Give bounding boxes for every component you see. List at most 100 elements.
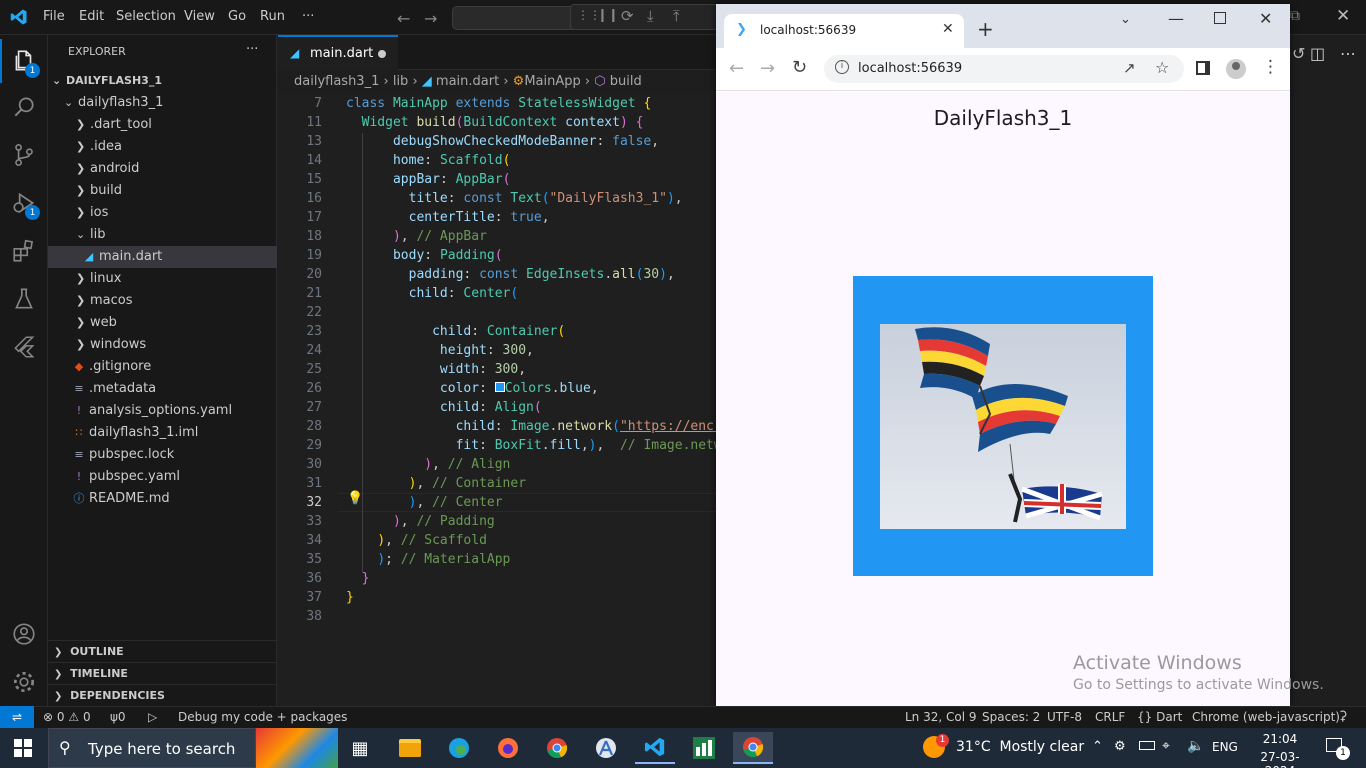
run-debug-icon[interactable]: 1	[0, 179, 48, 227]
firefox-icon[interactable]	[488, 732, 528, 764]
tree-item-pubspec-lock[interactable]: ≡ pubspec.lock	[48, 444, 277, 466]
edge-icon[interactable]	[439, 732, 479, 764]
new-tab-icon[interactable]: +	[977, 17, 994, 41]
clock-time[interactable]: 21:04	[1250, 732, 1310, 746]
testing-icon[interactable]	[0, 275, 48, 323]
side-panel-icon[interactable]	[1196, 61, 1210, 75]
tab-search-icon[interactable]: ⌄	[1120, 12, 1131, 27]
search-highlight-image[interactable]	[256, 728, 338, 768]
chrome-active-icon[interactable]	[733, 732, 773, 764]
tree-item-ios[interactable]: ❯ ios	[48, 202, 277, 224]
tree-item-pubspec-yaml[interactable]: ! pubspec.yaml	[48, 466, 277, 488]
restart-icon[interactable]: ⟳	[621, 7, 634, 25]
outline-section[interactable]: ❯ OUTLINE	[48, 640, 277, 662]
tray-chevron-icon[interactable]: ⌃	[1092, 739, 1103, 754]
menu-view[interactable]: View	[184, 9, 215, 24]
more-actions-icon[interactable]: ↺	[1292, 44, 1305, 63]
tree-item-dart-tool[interactable]: ❯ .dart_tool	[48, 114, 277, 136]
taskbar-search[interactable]: ⚲ Type here to search	[48, 728, 256, 768]
menu-go[interactable]: Go	[228, 9, 246, 24]
step-over-icon[interactable]: ⤓	[647, 7, 654, 25]
cursor-position[interactable]: Ln 32, Col 9	[905, 710, 977, 724]
menu-edit[interactable]: Edit	[79, 9, 104, 24]
tree-item-android[interactable]: ❯ android	[48, 158, 277, 180]
windows-start-icon[interactable]	[14, 739, 32, 757]
browser-menu-icon[interactable]: ⋮	[1262, 57, 1279, 77]
debug-mode-status[interactable]: Debug my code + packages	[178, 710, 347, 724]
close-browser-icon[interactable]: ✕	[1259, 9, 1272, 28]
project-folder[interactable]: ⌄ dailyflash3_1	[48, 92, 277, 114]
timeline-section[interactable]: ❯ TIMELINE	[48, 662, 277, 684]
pause-icon[interactable]: ❙❙	[597, 8, 619, 23]
tree-item-idea[interactable]: ❯ .idea	[48, 136, 277, 158]
search-icon[interactable]	[0, 83, 48, 131]
tree-item-main-dart[interactable]: ◢ main.dart	[48, 246, 277, 268]
restore-icon[interactable]: ⧉	[1290, 8, 1300, 24]
dependencies-section[interactable]: ❯ DEPENDENCIES	[48, 684, 277, 706]
source-control-icon[interactable]	[0, 131, 48, 179]
browser-tab[interactable]: ❯ localhost:56639 ✕	[724, 14, 964, 48]
indentation[interactable]: Spaces: 2	[982, 710, 1040, 724]
tree-item-gitignore[interactable]: ◆ .gitignore	[48, 356, 277, 378]
weather-text[interactable]: 31°C Mostly clear	[956, 739, 1084, 755]
bookmark-star-icon[interactable]: ☆	[1155, 58, 1169, 77]
browser-back-icon[interactable]: ←	[729, 58, 744, 79]
close-tab-icon[interactable]: ✕	[942, 21, 954, 37]
back-arrow-icon[interactable]: ←	[397, 9, 410, 28]
workspace-header[interactable]: ⌄ DAILYFLASH3_1	[48, 70, 277, 92]
wifi-icon[interactable]: ⌖	[1162, 738, 1170, 754]
volume-icon[interactable]: 🔈	[1187, 738, 1204, 754]
breadcrumb-class[interactable]: MainApp	[524, 74, 580, 89]
tree-item-macos[interactable]: ❯ macos	[48, 290, 277, 312]
breadcrumb-project[interactable]: dailyflash3_1	[294, 74, 379, 89]
lightbulb-icon[interactable]: 💡	[347, 491, 363, 506]
tree-item-build[interactable]: ❯ build	[48, 180, 277, 202]
tray-app-icon[interactable]: ⚙	[1114, 739, 1126, 754]
tree-item-web[interactable]: ❯ web	[48, 312, 277, 334]
menu-run[interactable]: Run	[260, 9, 285, 24]
profile-avatar-icon[interactable]	[1226, 59, 1246, 79]
menu-file[interactable]: File	[43, 9, 65, 24]
language-indicator[interactable]: ENG	[1212, 740, 1238, 754]
menu-more[interactable]: ···	[302, 9, 314, 24]
remote-indicator-icon[interactable]: ⇌	[0, 706, 34, 728]
close-window-icon[interactable]: ✕	[1336, 6, 1350, 26]
flutter-icon[interactable]	[0, 323, 48, 371]
tab-main-dart[interactable]: ◢ main.dart	[278, 35, 398, 70]
extensions-icon[interactable]	[0, 227, 48, 275]
share-icon[interactable]: ↗	[1123, 59, 1136, 77]
notifications-bell-icon[interactable]: ⚳	[1338, 709, 1348, 724]
site-info-icon[interactable]: i	[835, 60, 849, 74]
minimize-icon[interactable]: —	[1168, 9, 1184, 28]
flutter-device[interactable]: Chrome (web-javascript)	[1192, 710, 1340, 724]
file-explorer-icon[interactable]	[390, 732, 430, 764]
tree-item-metadata[interactable]: ≡ .metadata	[48, 378, 277, 400]
explorer-more-button[interactable]: ···	[246, 42, 258, 57]
explorer-icon[interactable]: 1	[0, 37, 48, 85]
vscode-taskbar-icon[interactable]	[635, 732, 675, 764]
code-editor[interactable]: 7 class MainApp extends StatelessWidget {…	[278, 93, 716, 706]
editor-more-icon[interactable]: ⋯	[1340, 44, 1356, 63]
line-ending[interactable]: CRLF	[1095, 710, 1125, 724]
split-editor-icon[interactable]: ◫	[1310, 44, 1325, 63]
chart-app-icon[interactable]	[684, 732, 724, 764]
settings-gear-icon[interactable]	[0, 658, 48, 706]
browser-forward-icon[interactable]: →	[760, 58, 775, 79]
breadcrumb-method[interactable]: build	[610, 74, 642, 89]
tree-item-analysis-options-yaml[interactable]: ! analysis_options.yaml	[48, 400, 277, 422]
step-out-icon[interactable]: ⤒	[673, 7, 680, 25]
chrome-icon[interactable]	[537, 732, 577, 764]
address-bar[interactable]: i localhost:56639 ↗ ☆	[824, 55, 1184, 83]
android-studio-icon[interactable]	[586, 732, 626, 764]
task-view-icon[interactable]: ▦	[340, 732, 380, 764]
maximize-icon[interactable]	[1214, 12, 1226, 24]
accounts-icon[interactable]	[0, 610, 48, 658]
encoding[interactable]: UTF-8	[1047, 710, 1082, 724]
breadcrumb-lib[interactable]: lib	[393, 74, 408, 89]
language-mode[interactable]: {} Dart	[1137, 710, 1182, 724]
tree-item-windows[interactable]: ❯ windows	[48, 334, 277, 356]
problems-status[interactable]: ⊗ 0 ⚠ 0	[43, 710, 91, 724]
tree-item-readme-md[interactable]: ⓘ README.md	[48, 488, 277, 510]
debug-session-icon[interactable]: ▷	[148, 710, 157, 724]
unsaved-dot-icon[interactable]	[378, 50, 386, 58]
